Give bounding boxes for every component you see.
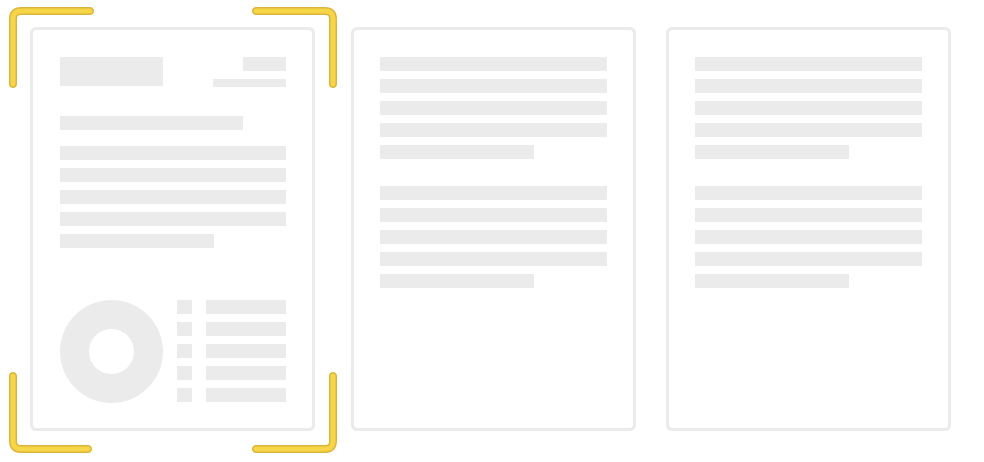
selection-corner-bottom-right (252, 372, 337, 453)
selection-corner-bottom-left (9, 372, 92, 453)
selection-corner-top-right (252, 7, 337, 88)
selection-frame (9, 7, 337, 453)
selection-corner-top-left (9, 7, 94, 88)
page-thumbnail-strip (0, 0, 984, 462)
